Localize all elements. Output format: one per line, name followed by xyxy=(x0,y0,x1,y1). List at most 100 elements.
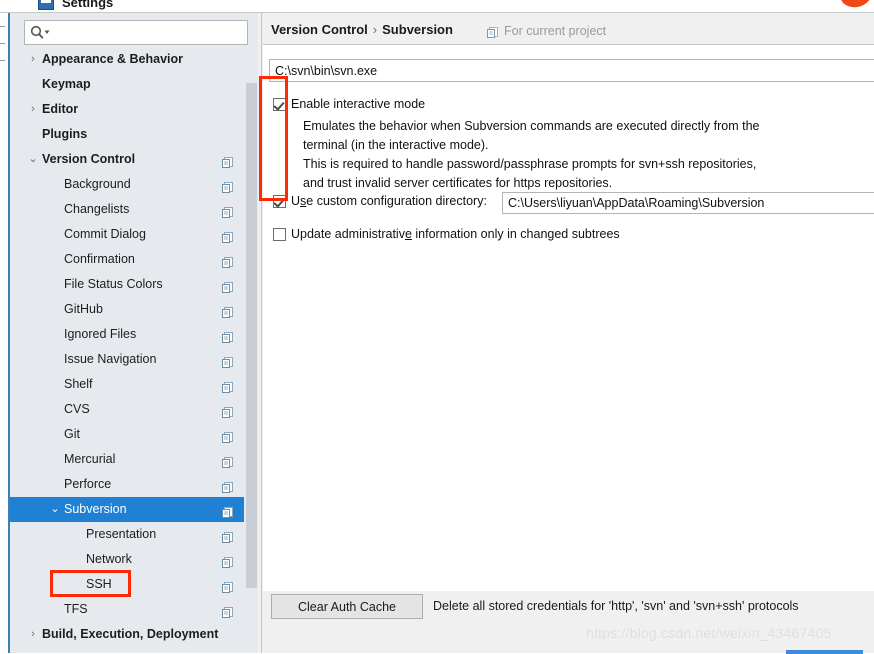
custom-config-directory-input[interactable] xyxy=(502,192,874,214)
project-settings-icon xyxy=(221,403,234,418)
project-settings-icon xyxy=(221,428,234,443)
sidebar-item-editor[interactable]: › Editor xyxy=(10,97,246,122)
sidebar-item-label: Appearance & Behavior xyxy=(42,52,184,66)
project-settings-icon xyxy=(221,203,234,218)
sidebar-item-background[interactable]: Background xyxy=(10,172,246,197)
project-settings-icon xyxy=(221,253,234,268)
project-settings-icon xyxy=(221,378,234,393)
chevron-right-icon[interactable]: › xyxy=(26,97,40,122)
sidebar-item-ssh[interactable]: SSH xyxy=(10,572,246,597)
breadcrumb-root[interactable]: Version Control xyxy=(271,22,368,37)
settings-content-pane: Version Control › Subversion For current p… xyxy=(263,13,874,654)
sidebar-item-confirmation[interactable]: Confirmation xyxy=(10,247,246,272)
sidebar-item-file-status-colors[interactable]: File Status Colors xyxy=(10,272,246,297)
chevron-right-icon[interactable]: › xyxy=(26,622,40,647)
sidebar-item-tfs[interactable]: TFS xyxy=(10,597,246,622)
sidebar-item-shelf[interactable]: Shelf xyxy=(10,372,246,397)
project-settings-icon xyxy=(221,603,234,618)
window-titlebar: Settings xyxy=(0,0,874,13)
project-settings-icon xyxy=(221,178,234,193)
sidebar-item-github[interactable]: GitHub xyxy=(10,297,246,322)
sidebar-item-commit-dialog[interactable]: Commit Dialog xyxy=(10,222,246,247)
sidebar-item-label: GitHub xyxy=(64,302,103,316)
settings-dialog-body: › Appearance & Behavior Keymap › Editor Plugi… xyxy=(0,13,874,654)
ok-button[interactable] xyxy=(786,650,863,654)
sidebar-item-presentation[interactable]: Presentation xyxy=(10,522,246,547)
use-custom-config-directory-checkbox[interactable] xyxy=(273,195,286,208)
sidebar-item-plugins[interactable]: Plugins xyxy=(10,122,246,147)
breadcrumb-separator: › xyxy=(372,22,378,37)
breadcrumb-current: Subversion xyxy=(382,22,453,37)
chevron-down-icon[interactable]: ⌄ xyxy=(48,497,62,522)
clear-auth-cache-note: Delete all stored credentials for 'http'… xyxy=(433,599,799,613)
svn-executable-path-input[interactable] xyxy=(269,59,874,82)
sidebar-item-label: Commit Dialog xyxy=(64,227,146,241)
sidebar-search[interactable] xyxy=(24,20,248,45)
sidebar-item-subversion[interactable]: ⌄ Subversion xyxy=(10,497,246,522)
settings-window-icon xyxy=(38,0,54,10)
sidebar-item-cvs[interactable]: CVS xyxy=(10,397,246,422)
settings-tree[interactable]: › Appearance & Behavior Keymap › Editor Plugi… xyxy=(10,47,246,648)
sidebar-item-label: Build, Execution, Deployment xyxy=(42,627,219,641)
search-input[interactable] xyxy=(54,23,242,41)
sidebar-item-git[interactable]: Git xyxy=(10,422,246,447)
update-administrative-info-checkbox[interactable] xyxy=(273,228,286,241)
description-line-1: Emulates the behavior when Subversion co… xyxy=(303,119,760,133)
sidebar-item-issue-navigation[interactable]: Issue Navigation xyxy=(10,347,246,372)
sidebar-item-perforce[interactable]: Perforce xyxy=(10,472,246,497)
update-administrative-info-label: Update administrative information only i… xyxy=(291,226,620,242)
chevron-right-icon[interactable]: › xyxy=(26,47,40,72)
search-icon[interactable] xyxy=(30,25,52,39)
chevron-down-icon[interactable]: ⌄ xyxy=(26,147,40,172)
sidebar-item-label: Shelf xyxy=(64,377,93,391)
sidebar-item-label: Git xyxy=(64,427,80,441)
sidebar-item-build-execution-deployment[interactable]: › Build, Execution, Deployment xyxy=(10,622,246,647)
sidebar-item-label: Keymap xyxy=(42,77,91,91)
sidebar-item-changelists[interactable]: Changelists xyxy=(10,197,246,222)
project-settings-icon xyxy=(221,503,234,518)
sidebar-item-label: SSH xyxy=(86,577,112,591)
label-part-before: U xyxy=(291,194,301,208)
project-settings-icon xyxy=(221,278,234,293)
enable-interactive-mode-checkbox[interactable] xyxy=(273,98,286,111)
watermark-text: https://blog.csdn.net/weixin_43467405 xyxy=(586,625,832,641)
sidebar-item-network[interactable]: Network xyxy=(10,547,246,572)
sidebar-item-label: Plugins xyxy=(42,127,88,141)
label-part-after: e custom configuration directory: xyxy=(306,194,487,208)
clear-auth-cache-button[interactable]: Clear Auth Cache xyxy=(271,594,423,619)
project-scope-icon xyxy=(486,26,499,39)
project-settings-icon xyxy=(221,153,234,168)
sidebar-item-ignored-files[interactable]: Ignored Files xyxy=(10,322,246,347)
sidebar-scrollbar-thumb[interactable] xyxy=(246,83,257,588)
dialog-left-edge xyxy=(0,13,8,653)
sidebar-item-version-control[interactable]: ⌄ Version Control xyxy=(10,147,246,172)
sidebar-item-appearance-behavior[interactable]: › Appearance & Behavior xyxy=(10,47,246,72)
breadcrumb: Version Control › Subversion xyxy=(271,22,453,37)
sidebar-item-label: Background xyxy=(64,177,131,191)
project-settings-icon xyxy=(221,528,234,543)
project-settings-icon xyxy=(221,453,234,468)
sidebar-item-keymap[interactable]: Keymap xyxy=(10,72,246,97)
settings-sidebar: › Appearance & Behavior Keymap › Editor Plugi… xyxy=(8,13,258,653)
sidebar-item-label: Network xyxy=(86,552,132,566)
sidebar-item-label: Confirmation xyxy=(64,252,135,266)
sidebar-item-label: Subversion xyxy=(64,502,127,516)
sidebar-scrollbar-track[interactable] xyxy=(244,47,258,648)
description-line-3: This is required to handle password/pass… xyxy=(303,157,757,171)
sidebar-item-mercurial[interactable]: Mercurial xyxy=(10,447,246,472)
project-settings-icon xyxy=(221,328,234,343)
window-title: Settings xyxy=(62,0,114,10)
project-settings-icon xyxy=(221,478,234,493)
